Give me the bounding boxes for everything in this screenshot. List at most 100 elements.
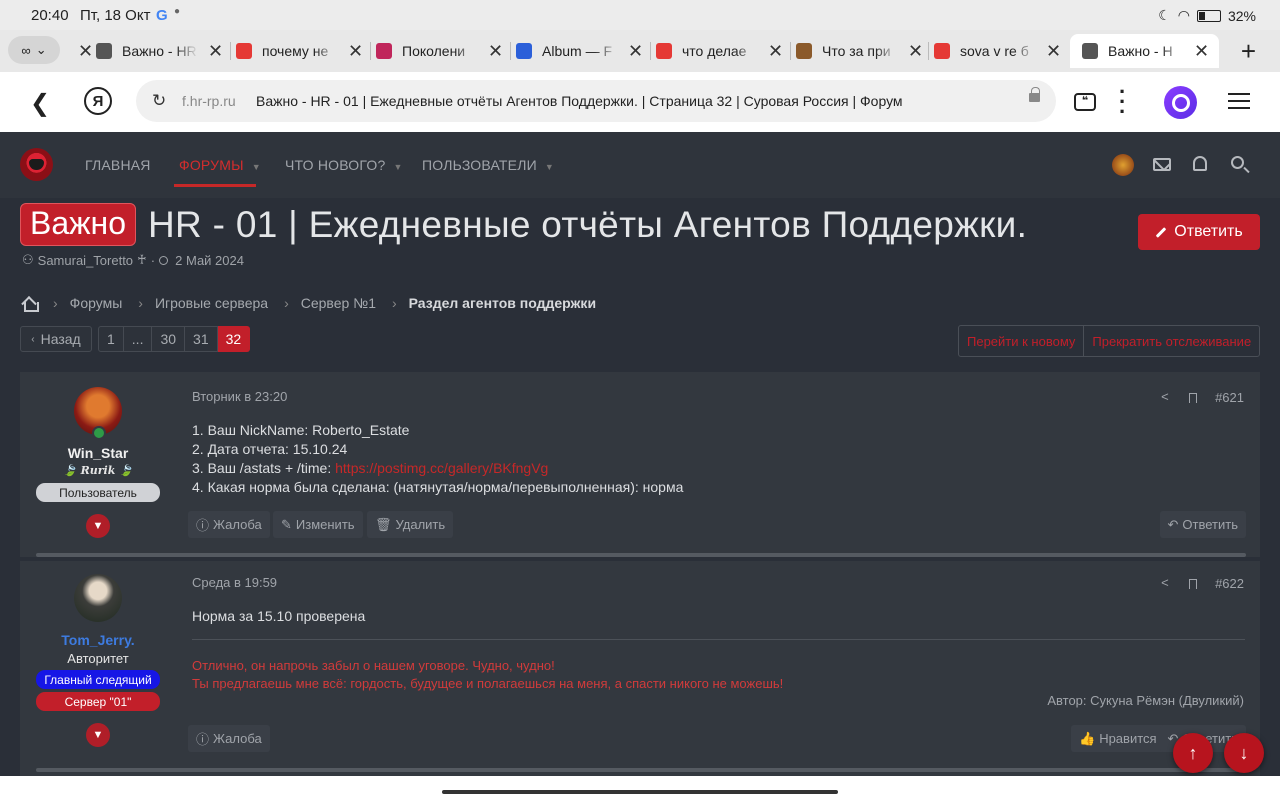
reload-icon[interactable]: ↻: [152, 91, 166, 111]
quote-line: Отлично, он напрочь забыл о нашем уговор…: [192, 658, 555, 673]
tab-8[interactable]: Важно - H ✕: [1070, 34, 1220, 68]
post-user-column: Win_Star 🍃 Rurik 🍃 Пользователь ▼: [20, 372, 176, 557]
breadcrumb-forums[interactable]: Форумы: [70, 295, 123, 311]
tab-2[interactable]: почему не ✕: [236, 34, 363, 68]
system-status-bar: 20:40 Пт, 18 Окт G ● ☾ ◠ 32%: [0, 0, 1280, 30]
post-number[interactable]: #622: [1215, 576, 1244, 591]
tab-4[interactable]: Album — F ✕: [516, 34, 643, 68]
important-badge: Важно: [20, 203, 137, 246]
post-number[interactable]: #621: [1215, 390, 1244, 405]
close-icon[interactable]: ✕: [1194, 41, 1209, 62]
close-icon[interactable]: ✕: [628, 41, 643, 62]
mail-icon[interactable]: [1153, 158, 1171, 171]
page-30[interactable]: 30: [152, 326, 186, 352]
post-622: Tom_Jerry. Авторитет Главный следящий Се…: [20, 561, 1260, 776]
close-icon[interactable]: ✕: [78, 41, 93, 62]
status-icons: ☾ ◠ 32%: [1158, 7, 1256, 24]
close-icon[interactable]: ✕: [488, 41, 503, 62]
post-user-column: Tom_Jerry. Авторитет Главный следящий Се…: [20, 561, 176, 776]
tab-close-group[interactable]: ✕: [68, 34, 93, 68]
page-32-current[interactable]: 32: [217, 326, 251, 352]
post-username[interactable]: Win_Star: [20, 445, 176, 461]
chevron-right-icon: ›: [391, 295, 397, 311]
post-divider: [36, 553, 1246, 557]
chevron-down-icon: ⌄: [35, 42, 47, 57]
like-label: Нравится: [1099, 731, 1157, 746]
tab-7[interactable]: sova v re б ✕: [934, 34, 1061, 68]
post-reply-label: Ответить: [1182, 517, 1238, 532]
close-icon[interactable]: ✕: [208, 41, 223, 62]
lock-icon[interactable]: [1029, 87, 1040, 102]
close-icon[interactable]: ✕: [768, 41, 783, 62]
post-time[interactable]: Вторник в 23:20: [192, 389, 287, 404]
yandex-logo-icon[interactable]: Я: [84, 87, 112, 115]
home-icon[interactable]: [22, 296, 39, 312]
breadcrumb-server-1[interactable]: Сервер №1: [301, 295, 376, 311]
breadcrumb-support-section[interactable]: Раздел агентов поддержки: [409, 295, 596, 311]
pen-icon: ✎: [281, 516, 292, 532]
share-icon[interactable]: [1161, 389, 1171, 404]
bookmark-icon[interactable]: [1189, 578, 1198, 589]
gallery-link[interactable]: https://postimg.cc/gallery/BKfngVg: [335, 460, 548, 476]
nav-home[interactable]: ГЛАВНАЯ: [85, 157, 151, 173]
quote-author: Автор: Сукуна Рёмэн (Двуликий): [1047, 693, 1244, 708]
scroll-up-button[interactable]: ↑: [1173, 733, 1213, 773]
forum-logo-icon[interactable]: [20, 148, 53, 181]
search-icon[interactable]: [1231, 156, 1244, 169]
page-1[interactable]: 1: [98, 326, 124, 352]
alice-assistant-icon[interactable]: [1164, 86, 1197, 119]
forum-navbar: ГЛАВНАЯ ФОРУМЫ ▼ ЧТО НОВОГО? ▼ ПОЛЬЗОВАТЕЛ…: [0, 132, 1280, 198]
post-reply-button[interactable]: ↶ Ответить: [1159, 511, 1246, 538]
account-avatar[interactable]: [1112, 154, 1134, 176]
scroll-down-button[interactable]: ↓: [1224, 733, 1264, 773]
more-menu-icon[interactable]: · · ·: [1119, 81, 1126, 123]
bookmark-icon[interactable]: [1189, 392, 1198, 403]
delete-button[interactable]: 🗑 Удалить: [367, 511, 454, 538]
post-time[interactable]: Среда в 19:59: [192, 575, 277, 590]
share-icon[interactable]: [1161, 575, 1171, 590]
breadcrumb-game-servers[interactable]: Игровые сервера: [155, 295, 268, 311]
user-expand-button[interactable]: ▼: [86, 723, 110, 747]
new-tab-button[interactable]: +: [1241, 36, 1256, 67]
clock-icon: [159, 255, 169, 265]
tab-1[interactable]: Важно - HR ✕: [96, 34, 223, 68]
tab-6[interactable]: Что за при ✕: [796, 34, 923, 68]
nav-users[interactable]: ПОЛЬЗОВАТЕЛИ ▼: [422, 157, 554, 173]
post-username[interactable]: Tom_Jerry.: [20, 632, 176, 648]
chevron-down-icon: ▼: [544, 162, 554, 172]
omnibox[interactable]: ↻ f.hr-rp.ru Важно - HR - 01 | Ежедневны…: [136, 80, 1056, 122]
forum-icon: [96, 43, 112, 59]
thread-author[interactable]: Samurai_Toretto: [38, 253, 133, 268]
tab-5[interactable]: что делае ✕: [656, 34, 783, 68]
unwatch-button[interactable]: Прекратить отслеживание: [1084, 326, 1259, 356]
avatar[interactable]: [74, 574, 122, 622]
home-gesture-pill[interactable]: [442, 790, 838, 794]
user-expand-button[interactable]: ▼: [86, 514, 110, 538]
chat-icon[interactable]: ❝: [1074, 93, 1096, 111]
close-icon[interactable]: ✕: [1046, 41, 1061, 62]
reply-button[interactable]: Ответить: [1138, 214, 1260, 250]
signature-divider: [192, 639, 1245, 640]
hamburger-menu-icon[interactable]: [1228, 93, 1250, 109]
page-back-button[interactable]: ‹ Назад: [20, 326, 92, 352]
tab-group-button[interactable]: ∞ ⌄: [8, 36, 60, 64]
post-line: 4. Какая норма была сделана: (натянутая/…: [192, 479, 684, 495]
edit-button[interactable]: ✎ Изменить: [273, 511, 363, 538]
report-button[interactable]: ⓘ Жалоба: [188, 725, 270, 752]
goto-new-button[interactable]: Перейти к новому: [959, 326, 1085, 356]
postimg-icon: [516, 43, 532, 59]
user-subtitle: 🍃 Rurik 🍃: [63, 464, 133, 477]
close-icon[interactable]: ✕: [348, 41, 363, 62]
page-ellipsis[interactable]: ...: [123, 326, 153, 352]
user-icon: ⚇: [22, 252, 34, 267]
like-button[interactable]: 👍 Нравится: [1071, 725, 1165, 752]
report-button[interactable]: ⓘ Жалоба: [188, 511, 270, 538]
tab-3[interactable]: Поколени ✕: [376, 34, 503, 68]
close-icon[interactable]: ✕: [908, 41, 923, 62]
nav-forums[interactable]: ФОРУМЫ ▼: [179, 157, 261, 173]
back-button[interactable]: ❮: [30, 89, 50, 118]
nav-whats-new[interactable]: ЧТО НОВОГО? ▼: [285, 157, 403, 173]
bell-icon[interactable]: [1193, 156, 1207, 171]
page-31[interactable]: 31: [185, 326, 218, 352]
system-navigation-bar: [0, 776, 1280, 800]
